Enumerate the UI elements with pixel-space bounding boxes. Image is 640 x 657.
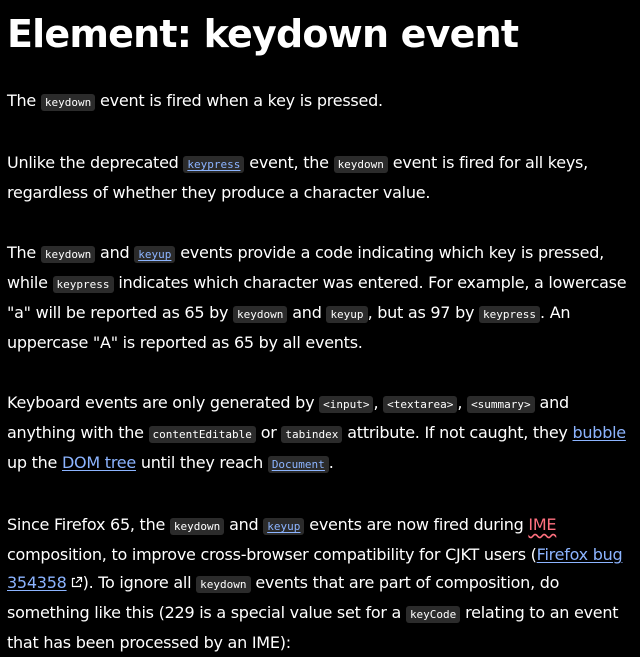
text: up the — [7, 453, 62, 472]
text: or — [255, 423, 282, 442]
code-summary: <summary> — [467, 396, 535, 413]
text: composition, to improve cross-browser co… — [7, 545, 537, 564]
code-keydown: keydown — [40, 94, 96, 111]
text: and — [224, 515, 264, 534]
paragraph-intro: The keydown event is fired when a key is… — [7, 87, 633, 117]
text: attribute. If not caught, they — [342, 423, 573, 442]
code-contenteditable: contentEditable — [148, 426, 256, 443]
link-dom-tree[interactable]: DOM tree — [62, 453, 136, 472]
code-keyup: keyup — [134, 246, 176, 263]
text: , but as 97 by — [367, 303, 480, 322]
link-bubble[interactable]: bubble — [572, 423, 626, 442]
link-summary-element[interactable]: <summary> — [467, 393, 535, 413]
paragraph-deprecated: Unlike the deprecated keypress event, th… — [7, 149, 633, 207]
text: ). To ignore all — [82, 573, 197, 592]
link-input-element[interactable]: <input> — [319, 393, 374, 413]
paragraph-codes: The keydown and keyup events provide a c… — [7, 239, 633, 357]
code-keydown: keydown — [333, 156, 388, 173]
external-link-icon — [71, 576, 82, 588]
link-textarea-element[interactable]: <textarea> — [383, 393, 458, 413]
article: Element: keydown event The keydown event… — [0, 0, 640, 652]
separator: , — [373, 393, 384, 412]
text: Since Firefox 65, the — [7, 515, 170, 534]
code-keydown: keydown — [169, 518, 225, 535]
link-document[interactable]: Document — [267, 453, 329, 473]
link-keyup[interactable]: keyup — [263, 515, 305, 535]
link-keyup[interactable]: keyup — [134, 243, 176, 263]
text: until they reach — [135, 453, 268, 472]
paragraph-firefox: Since Firefox 65, the keydown and keyup … — [7, 511, 633, 657]
code-textarea: <textarea> — [383, 396, 458, 413]
code-keydown: keydown — [40, 246, 96, 263]
text: Unlike the deprecated — [7, 153, 184, 172]
code-keyup: keyup — [326, 306, 368, 323]
code-tabindex: tabindex — [281, 426, 343, 443]
code-keypress: keypress — [52, 276, 114, 293]
text: and — [287, 303, 327, 322]
page-title: Element: keydown event — [7, 12, 519, 56]
text: Keyboard events are only generated by — [7, 393, 320, 412]
code-keypress: keypress — [479, 306, 541, 323]
text: event is fired when a key is pressed. — [95, 91, 383, 110]
text: and — [95, 243, 135, 262]
code-input: <input> — [319, 396, 374, 413]
paragraph-generation: Keyboard events are only generated by <i… — [7, 389, 633, 479]
link-ime[interactable]: IME — [528, 515, 556, 534]
text: The — [7, 91, 41, 110]
text: The — [7, 243, 41, 262]
text: . — [328, 453, 334, 472]
text: events are now fired during — [304, 515, 529, 534]
code-keyup: keyup — [263, 518, 305, 535]
code-keydown: keydown — [233, 306, 288, 323]
code-keypress: keypress — [183, 156, 245, 173]
code-keycode: keyCode — [405, 606, 461, 623]
separator: , — [457, 393, 468, 412]
code-document: Document — [267, 456, 329, 473]
text: event, the — [244, 153, 334, 172]
link-keypress[interactable]: keypress — [183, 153, 245, 173]
code-keydown: keydown — [196, 576, 251, 593]
